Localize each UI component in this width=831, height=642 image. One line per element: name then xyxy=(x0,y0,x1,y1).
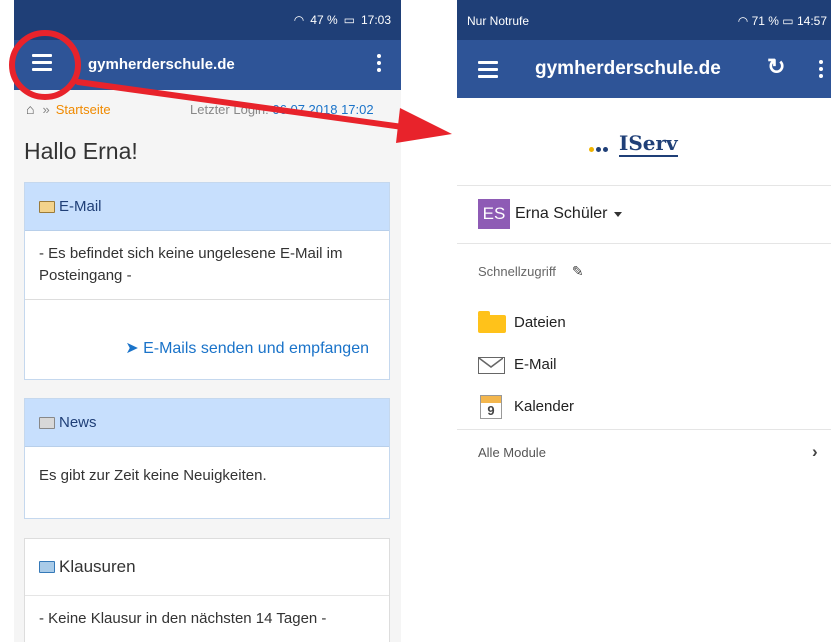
status-bar: Nur Notrufe ◠ 71 % ▭ 14:57 xyxy=(457,0,831,40)
divider xyxy=(457,243,831,244)
logo-text: IServ xyxy=(619,131,678,157)
wifi-icon: ◠ xyxy=(293,13,305,27)
logo-dots xyxy=(589,139,610,157)
folder-icon xyxy=(478,311,507,333)
right-phone-screen: Nur Notrufe ◠ 71 % ▭ 14:57 gymherderschu… xyxy=(457,0,831,642)
caret-down-icon xyxy=(613,211,622,217)
reload-icon[interactable]: ↻ xyxy=(767,54,785,80)
app-title: gymherderschule.de xyxy=(535,58,721,79)
chevron-right-icon[interactable]: › xyxy=(812,442,818,462)
quick-item-label: Kalender xyxy=(514,397,575,415)
quick-access-label: Schnellzugriff xyxy=(478,264,556,279)
breadcrumb: ⌂ » Startseite Letzter Login: 06.07.2018… xyxy=(14,98,401,120)
quick-access-header: Schnellzugriff ✎ xyxy=(478,263,584,280)
left-phone-screen: ◠ 47 % ▭ 17:03 gymherderschule.de ⌂ » St… xyxy=(14,0,401,642)
pencil-icon[interactable]: ✎ xyxy=(572,263,584,280)
quick-item-label: Dateien xyxy=(514,313,566,331)
calendar-icon xyxy=(39,561,55,573)
exam-panel: Klausuren - Keine Klausur in den nächste… xyxy=(24,538,390,642)
battery-level: 71 % xyxy=(751,14,779,28)
battery-icon: ▭ xyxy=(782,14,794,28)
status-right: ◠ 71 % ▭ 14:57 xyxy=(738,14,827,28)
more-options-icon[interactable] xyxy=(377,54,381,75)
calendar-day: 9 xyxy=(487,403,495,418)
breadcrumb-startseite[interactable]: Startseite xyxy=(56,102,111,117)
email-panel-header[interactable]: E-Mail xyxy=(25,183,389,231)
exam-panel-title: Klausuren xyxy=(59,557,136,576)
hamburger-menu-icon[interactable] xyxy=(478,61,498,79)
status-time: 14:57 xyxy=(796,14,827,28)
divider xyxy=(457,429,831,430)
annotation-arrow-head xyxy=(396,108,452,143)
email-panel-body: - Es befindet sich keine ungelesene E-Ma… xyxy=(39,245,343,284)
battery-level: 47 % xyxy=(310,13,338,27)
user-name: Erna Schüler xyxy=(515,205,608,222)
last-login-label: Letzter Login: xyxy=(190,101,269,117)
exam-panel-body: - Keine Klausur in den nächsten 14 Tagen… xyxy=(25,595,389,642)
send-receive-emails-link[interactable]: ➤ E-Mails senden und empfangen xyxy=(125,338,369,358)
email-panel: E-Mail - Es befindet sich keine ungelese… xyxy=(24,182,390,380)
news-panel: News Es gibt zur Zeit keine Neuigkeiten. xyxy=(24,398,390,519)
home-icon[interactable]: ⌂ xyxy=(26,101,34,117)
news-panel-header[interactable]: News xyxy=(25,399,389,447)
wifi-icon: ◠ xyxy=(737,14,749,28)
quick-item-kalender[interactable]: 9 Kalender xyxy=(478,395,575,419)
news-panel-title: News xyxy=(59,414,97,431)
last-login: Letzter Login: 06.07.2018 17:02 xyxy=(190,102,374,117)
avatar: ES xyxy=(478,199,510,229)
email-panel-title: E-Mail xyxy=(59,198,102,215)
carrier-text: Nur Notrufe xyxy=(467,14,530,28)
paper-plane-icon: ➤ xyxy=(125,340,139,357)
quick-item-dateien[interactable]: Dateien xyxy=(478,311,566,333)
breadcrumb-separator: » xyxy=(42,101,50,117)
more-options-icon[interactable] xyxy=(819,60,823,81)
status-time: 17:03 xyxy=(360,13,391,27)
app-bar: gymherderschule.de xyxy=(14,40,401,90)
app-bar: gymherderschule.de ↻ xyxy=(457,40,831,98)
exam-panel-header[interactable]: Klausuren xyxy=(25,539,389,595)
divider xyxy=(457,185,831,186)
news-panel-body: Es gibt zur Zeit keine Neuigkeiten. xyxy=(39,467,267,484)
all-modules-link[interactable]: Alle Module xyxy=(478,445,546,460)
envelope-icon xyxy=(39,200,55,213)
calendar-icon: 9 xyxy=(478,395,507,419)
hamburger-menu-icon[interactable] xyxy=(32,54,52,72)
greeting: Hallo Erna! xyxy=(24,138,138,164)
iserv-logo: IServ xyxy=(589,131,689,161)
quick-item-email[interactable]: E-Mail xyxy=(478,353,557,375)
user-menu[interactable]: ES Erna Schüler xyxy=(478,199,622,229)
email-panel-footer: ➤ E-Mails senden und empfangen xyxy=(25,299,389,391)
envelope-icon xyxy=(478,353,507,375)
battery-icon: ▭ xyxy=(343,13,355,27)
quick-item-label: E-Mail xyxy=(514,355,557,373)
status-bar: ◠ 47 % ▭ 17:03 xyxy=(14,0,401,40)
app-title: gymherderschule.de xyxy=(88,56,235,73)
newspaper-icon xyxy=(39,416,55,429)
last-login-date: 06.07.2018 17:02 xyxy=(272,101,374,117)
send-receive-emails-label: E-Mails senden und empfangen xyxy=(143,340,369,357)
